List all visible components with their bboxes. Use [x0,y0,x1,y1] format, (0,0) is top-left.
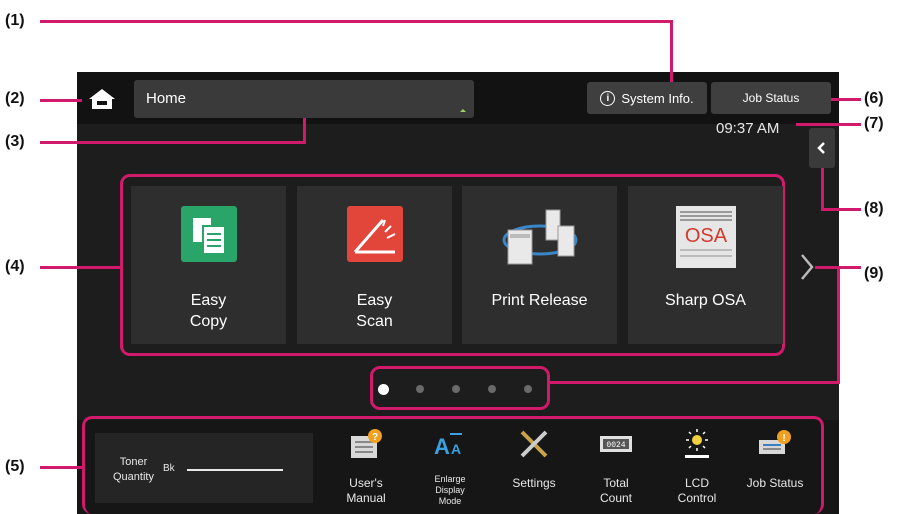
job-status-button[interactable]: Job Status [711,82,831,114]
callout-line [303,118,306,144]
sharp-osa-icon: OSA [676,206,736,268]
tile-easy-copy[interactable]: Easy Copy [131,186,286,344]
callout-line [821,168,824,210]
clock: 09:37 AM [716,120,780,137]
callout-line [837,266,840,384]
print-release-icon [502,209,578,265]
chevron-right-icon [801,254,814,280]
callout-8: (8) [864,200,884,217]
callout-5: (5) [5,458,25,475]
callout-line [40,466,82,469]
tile-label: Print Release [491,292,588,309]
page-dot[interactable] [488,385,496,393]
callout-line [40,266,120,269]
system-info-button[interactable]: i System Info. [587,82,707,114]
home-icon [89,89,115,109]
page-dot[interactable] [524,385,532,393]
screen-title-field[interactable]: Home [134,80,474,118]
callout-6: (6) [864,90,884,107]
corner-marker-icon [460,109,466,112]
copy-icon [181,206,237,262]
system-info-label: System Info. [621,90,694,106]
callout-line [40,141,306,144]
callout-1: (1) [5,12,25,29]
callout-line [821,208,861,211]
next-page-button[interactable] [797,252,817,282]
page-indicator-highlight [370,366,550,410]
page-dot-active[interactable] [378,384,389,395]
callout-3: (3) [5,133,25,150]
chevron-left-icon [817,142,825,154]
svg-text:OSA: OSA [685,225,728,247]
info-icon: i [600,90,616,106]
side-panel-tab[interactable] [809,128,835,168]
tile-sharp-osa[interactable]: OSA Sharp OSA [628,186,783,344]
job-status-label: Job Status [742,91,800,105]
scan-icon [347,206,403,262]
callout-2: (2) [5,90,25,107]
tile-label: Easy Copy [189,292,228,330]
callout-line [40,20,673,23]
callout-line [670,20,673,82]
callout-7: (7) [864,115,884,132]
system-bar-highlight [82,416,824,514]
page-dot[interactable] [416,385,424,393]
callout-line [550,381,840,384]
callout-line [40,99,82,102]
tile-easy-scan[interactable]: Easy Scan [297,186,452,344]
callout-4: (4) [5,258,25,275]
page-dot[interactable] [452,385,460,393]
tile-print-release[interactable]: Print Release [462,186,617,344]
callout-line [831,98,861,101]
callout-9: (9) [864,265,884,282]
home-button[interactable] [82,84,122,114]
tile-label: Easy Scan [356,292,393,330]
screen-title-text: Home [146,90,187,107]
tile-label: Sharp OSA [665,292,746,309]
callout-line [796,123,861,126]
